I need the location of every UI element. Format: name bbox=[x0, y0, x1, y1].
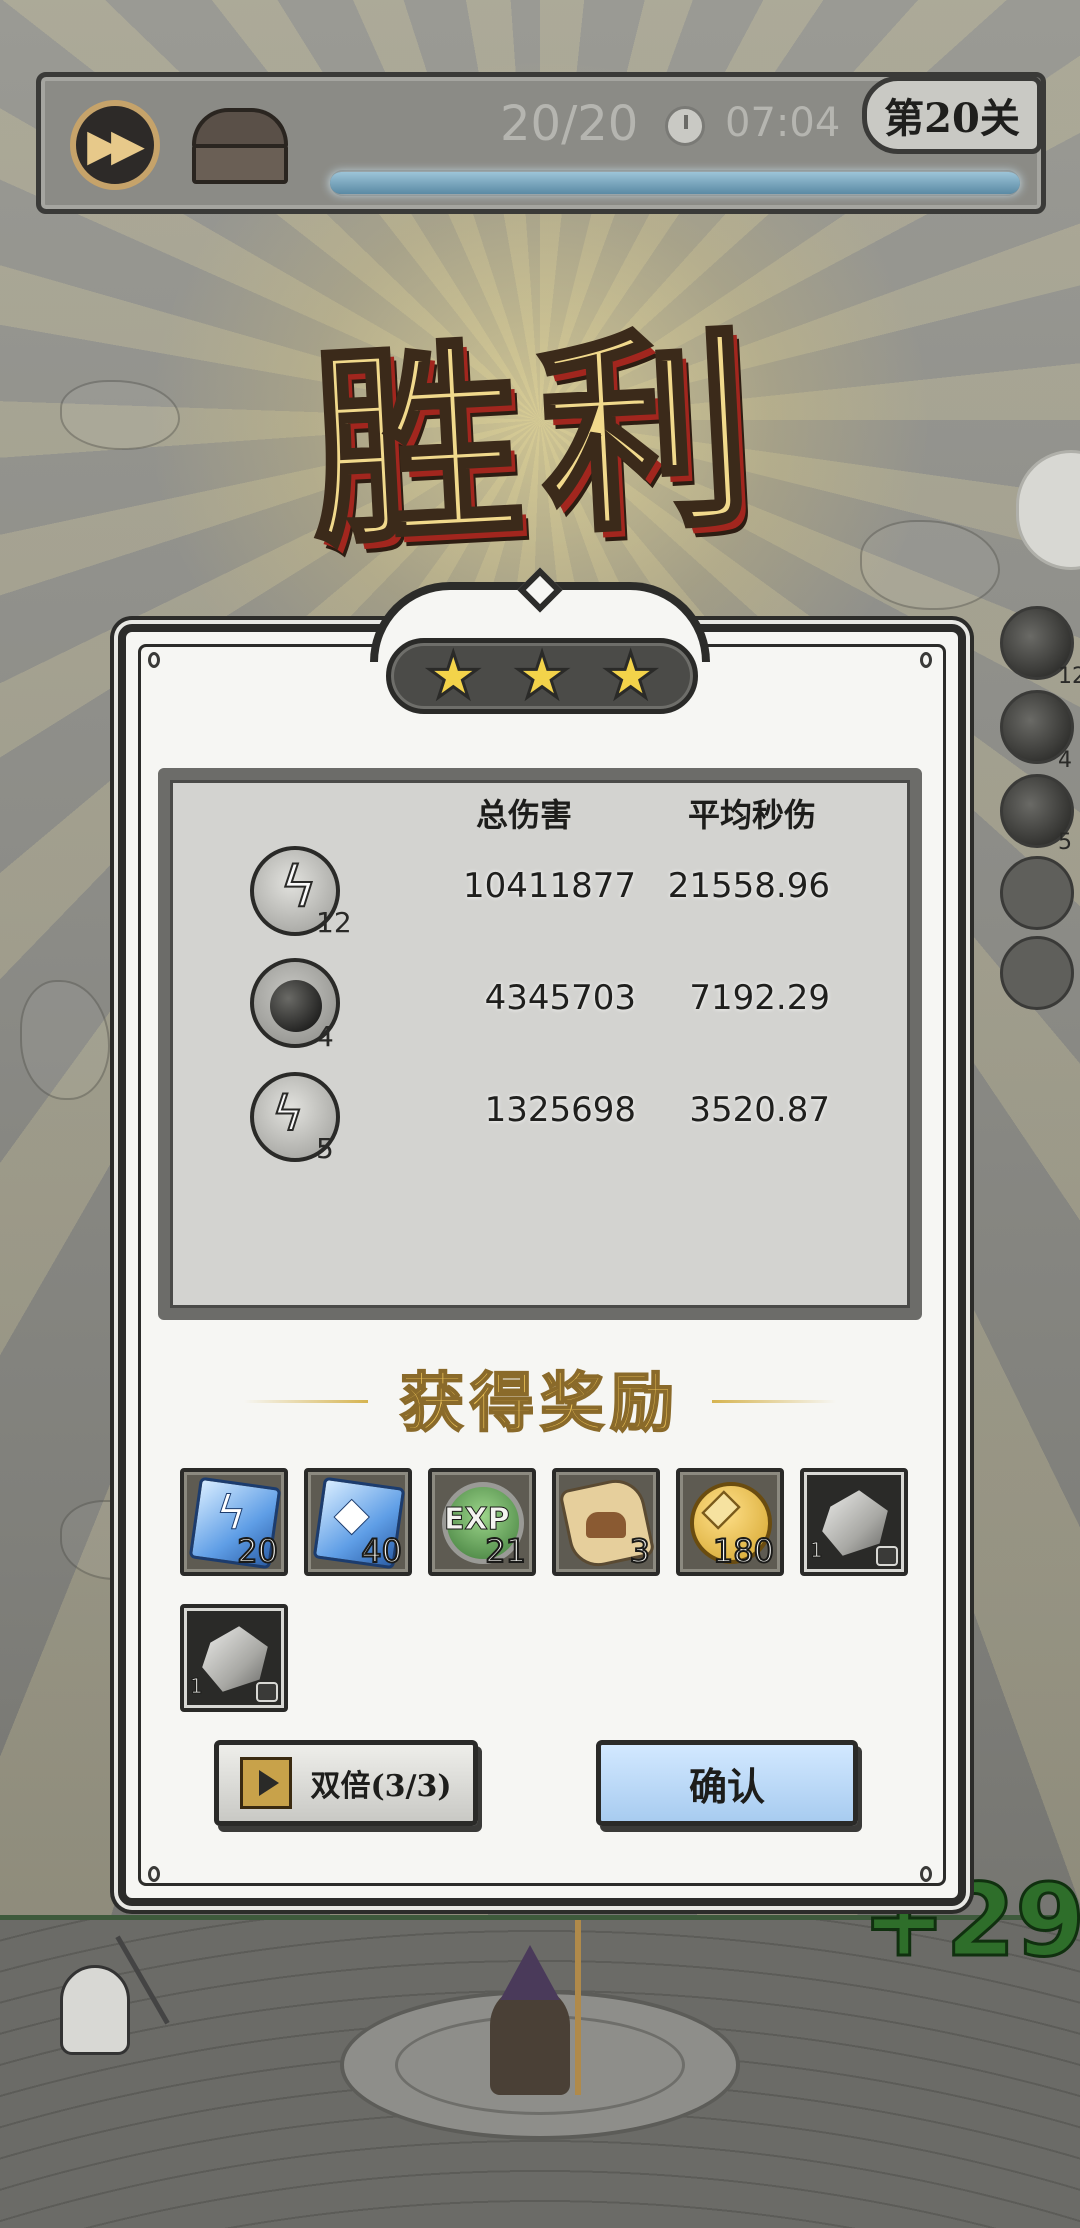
side-skill-level: 4 bbox=[1058, 748, 1072, 773]
confirm-button[interactable]: 确认 bbox=[596, 1740, 858, 1826]
star-icon: ★ bbox=[513, 639, 572, 712]
avg-dps-value: 3520.87 bbox=[689, 1090, 830, 1130]
lightning-glyph: ϟ bbox=[215, 1486, 247, 1540]
rewards-title: 获得奖励 bbox=[399, 1365, 680, 1442]
victory-title: 胜利 bbox=[302, 302, 779, 578]
video-ad-icon bbox=[240, 1757, 293, 1809]
rewards-divider-right bbox=[712, 1400, 836, 1403]
bomb-icon bbox=[270, 980, 322, 1032]
wave-counter: 20/20 bbox=[500, 96, 639, 152]
total-damage-header: 总伤害 bbox=[476, 796, 573, 834]
star-rating: ★ ★ ★ bbox=[386, 638, 698, 714]
clock-icon bbox=[665, 106, 705, 146]
reward-item[interactable]: ◆ 40 bbox=[304, 1468, 412, 1576]
chest-icon bbox=[192, 108, 288, 148]
side-skill-level: 12 bbox=[1058, 664, 1080, 689]
reward-item[interactable]: EXP 21 bbox=[428, 1468, 536, 1576]
total-damage-value: 4345703 bbox=[484, 978, 636, 1018]
side-skill-slot-empty bbox=[1000, 936, 1074, 1010]
knight-character bbox=[60, 1965, 130, 2055]
level-badge: 第20关 bbox=[862, 76, 1042, 154]
total-damage-value: 1325698 bbox=[484, 1090, 636, 1130]
item-tag-icon bbox=[876, 1546, 898, 1566]
card-rivet bbox=[920, 1866, 932, 1882]
wizard-hat bbox=[500, 1945, 560, 2000]
reward-item[interactable]: 3 bbox=[552, 1468, 660, 1576]
fast-forward-button[interactable]: ▶▶ bbox=[70, 100, 160, 190]
wizard-staff bbox=[575, 1920, 581, 2095]
boot-icon bbox=[586, 1512, 626, 1538]
reward-count: 3 bbox=[629, 1531, 651, 1571]
total-damage-value: 10411877 bbox=[462, 866, 636, 906]
avg-dps-header: 平均秒伤 bbox=[688, 796, 817, 834]
avg-dps-value: 7192.29 bbox=[689, 978, 830, 1018]
wizard-character bbox=[490, 1985, 570, 2095]
star-icon: ★ bbox=[424, 639, 483, 712]
side-skill-level: 5 bbox=[1058, 830, 1072, 855]
skill-level: 12 bbox=[316, 906, 352, 939]
wave-progress-fill bbox=[330, 172, 1020, 194]
treasure-chest-button[interactable] bbox=[192, 108, 288, 184]
double-reward-button[interactable]: 双倍(3/3) bbox=[214, 1740, 478, 1826]
reward-count: 21 bbox=[484, 1531, 527, 1571]
reward-item[interactable]: 180 bbox=[676, 1468, 784, 1576]
card-rivet bbox=[148, 652, 160, 668]
star-icon: ★ bbox=[601, 639, 660, 712]
fast-forward-icon: ▶▶ bbox=[87, 119, 145, 171]
reward-item[interactable]: 1 bbox=[180, 1604, 288, 1712]
crystal-glyph: ◆ bbox=[333, 1486, 370, 1540]
reward-count: 180 bbox=[712, 1531, 775, 1571]
chest-icon-base bbox=[192, 144, 288, 184]
avg-dps-value: 21558.96 bbox=[667, 866, 830, 906]
card-rivet bbox=[920, 652, 932, 668]
reward-item[interactable]: ϟ 20 bbox=[180, 1468, 288, 1576]
double-reward-label: 双倍(3/3) bbox=[310, 1769, 452, 1804]
battle-timer: 07:04 bbox=[725, 100, 841, 146]
reward-count: 1 bbox=[810, 1538, 824, 1563]
storm-icon: ϟ bbox=[271, 1086, 305, 1142]
skill-level: 5 bbox=[316, 1132, 334, 1165]
reward-item[interactable]: 1 bbox=[800, 1468, 908, 1576]
skill-level: 4 bbox=[316, 1020, 334, 1053]
item-tag-icon bbox=[256, 1682, 278, 1702]
reward-count: 1 bbox=[190, 1674, 204, 1699]
card-rivet bbox=[148, 1866, 160, 1882]
confirm-label: 确认 bbox=[688, 1763, 765, 1809]
reward-count: 20 bbox=[236, 1531, 279, 1571]
lightning-icon: ϟ bbox=[279, 855, 318, 920]
reward-count: 40 bbox=[360, 1531, 403, 1571]
side-skill-slot-empty bbox=[1000, 856, 1074, 930]
